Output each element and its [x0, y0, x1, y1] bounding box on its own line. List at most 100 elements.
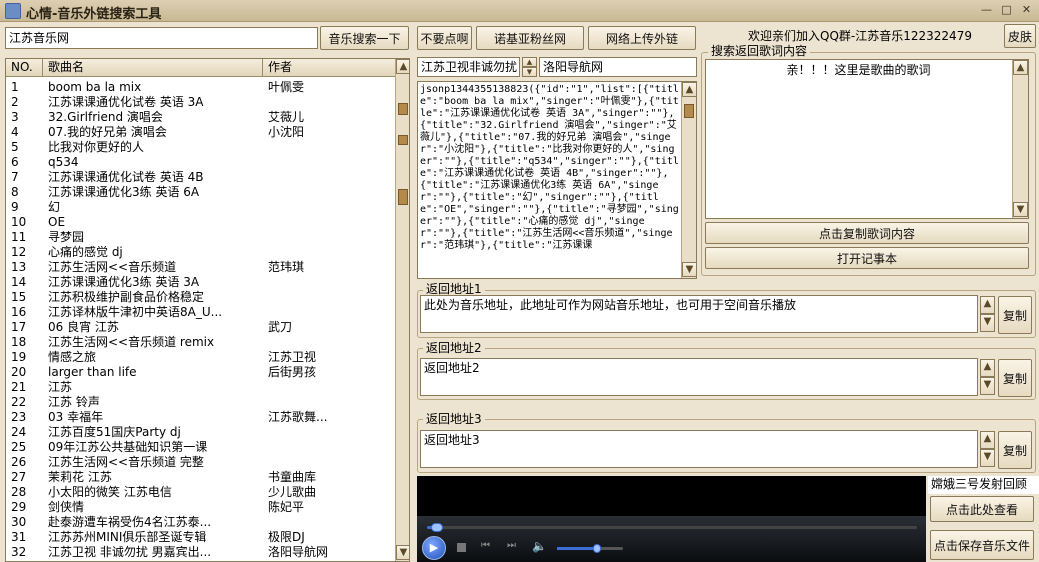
scroll-down-icon[interactable]: ▼ [1013, 202, 1028, 217]
table-row[interactable]: 2 江苏课课通优化试卷 英语 3A [6, 95, 396, 110]
search-input[interactable]: 江苏音乐网 [5, 27, 318, 49]
table-row[interactable]: 28 小太阳的微笑 江苏电信 少儿歌曲 [6, 485, 396, 500]
scroll-up-icon[interactable]: ▲ [682, 82, 696, 97]
spin-down-icon[interactable]: ▼ [980, 314, 995, 332]
spin-up-icon[interactable]: ▲ [980, 296, 995, 314]
selected-singer-field[interactable]: 洛阳导航网 [539, 57, 697, 77]
scroll-thumb[interactable] [684, 104, 694, 118]
address3-field[interactable]: 返回地址3 [420, 430, 978, 468]
upload-link-button[interactable]: 网络上传外链 [588, 26, 696, 50]
scroll-thumb[interactable] [398, 189, 408, 205]
table-row[interactable]: 32 江苏卫视 非诚勿扰 男嘉宾出... 洛阳导航网 [6, 545, 396, 560]
open-notepad-button[interactable]: 打开记事本 [705, 247, 1029, 269]
seek-track[interactable] [427, 523, 917, 532]
table-row[interactable]: 29 剑侠情 陈妃平 [6, 500, 396, 515]
scroll-thumb[interactable] [398, 135, 408, 145]
header-title[interactable]: 歌曲名 [43, 59, 263, 77]
scroll-up-icon[interactable]: ▲ [396, 59, 409, 74]
table-row[interactable]: 4 07.我的好兄弟 演唱会 小沈阳 [6, 125, 396, 140]
row-title: 江苏译林版牛津初中英语8A_U... [48, 305, 223, 319]
header-no[interactable]: NO. [6, 59, 43, 77]
address2-field[interactable]: 返回地址2 [420, 358, 978, 396]
table-row[interactable]: 26 江苏生活网<<音乐频道 完整 [6, 455, 396, 470]
row-title: 比我对你更好的人 [48, 140, 145, 154]
table-row[interactable]: 8 江苏课课通优化3练 英语 6A [6, 185, 396, 200]
row-title: 江苏积极维护副食品价格稳定 [48, 290, 205, 304]
table-row[interactable]: 13 江苏生活网<<音乐频道 范玮琪 [6, 260, 396, 275]
table-row[interactable]: 5 比我对你更好的人 [6, 140, 396, 155]
volume-icon[interactable]: 🔈 [532, 539, 547, 553]
table-row[interactable]: 3 32.Girlfriend 演唱会 艾薇儿 [6, 110, 396, 125]
volume-knob[interactable] [592, 544, 601, 553]
address1-field[interactable]: 此处为音乐地址，此地址可作为网站音乐地址，也可用于空间音乐播放 [420, 295, 978, 333]
minimize-button[interactable]: — [978, 3, 995, 19]
table-header: NO. 歌曲名 作者 [6, 59, 396, 77]
song-table[interactable]: NO. 歌曲名 作者 1 boom ba la mix 叶佩雯 2 江苏课课通优化试卷 … [5, 58, 410, 562]
table-row[interactable]: 25 09年江苏公共基础知识第一课 [6, 440, 396, 455]
table-row[interactable]: 31 江苏苏州MINI俱乐部圣诞专辑 极限DJ [6, 530, 396, 545]
json-scrollbar[interactable]: ▲ ▼ [681, 82, 696, 278]
scroll-down-icon[interactable]: ▼ [682, 262, 696, 277]
table-row[interactable]: 11 寻梦园 [6, 230, 396, 245]
spin-up-icon[interactable]: ▲ [980, 359, 995, 377]
lyrics-textarea[interactable]: 亲！！！这里是歌曲的歌词 ▲ ▼ [705, 59, 1029, 219]
table-row[interactable]: 22 江苏 铃声 [6, 395, 396, 410]
maximize-button[interactable]: □ [998, 3, 1015, 19]
volume-track[interactable] [557, 544, 623, 553]
close-button[interactable]: ✕ [1018, 3, 1035, 19]
spin-up-icon[interactable]: ▲ [522, 57, 537, 67]
copy-address3-button[interactable]: 复制 [998, 431, 1032, 469]
table-row[interactable]: 14 江苏课课通优化3练 英语 3A [6, 275, 396, 290]
scroll-thumb[interactable] [398, 103, 408, 115]
next-icon[interactable]: ⏭ [507, 540, 516, 551]
scroll-up-icon[interactable]: ▲ [1013, 60, 1028, 75]
spin-up-icon[interactable]: ▲ [980, 431, 995, 449]
table-row[interactable]: 6 q534 [6, 155, 396, 170]
scroll-down-icon[interactable]: ▼ [396, 545, 409, 560]
table-row[interactable]: 17 06 良宵 江苏 武刀 [6, 320, 396, 335]
json-textarea[interactable]: jsonp1344355138823({"id":"1","list":[{"t… [417, 81, 697, 279]
view-here-button[interactable]: 点击此处查看 [930, 496, 1034, 522]
row-singer: 书童曲库 [268, 470, 317, 484]
table-row[interactable]: 21 江苏 [6, 380, 396, 395]
song-table-scrollbar[interactable]: ▲ ▼ [395, 59, 409, 561]
stop-icon[interactable] [457, 543, 466, 552]
save-music-button[interactable]: 点击保存音乐文件 [930, 530, 1034, 560]
no-click-button[interactable]: 不要点啊 [417, 26, 472, 50]
copy-lyrics-button[interactable]: 点击复制歌词内容 [705, 222, 1029, 244]
spin-down-icon[interactable]: ▼ [980, 377, 995, 395]
table-row[interactable]: 9幻 [6, 200, 396, 215]
table-row[interactable]: 23 03 幸福年 江苏歌舞... [6, 410, 396, 425]
table-row[interactable]: 1 boom ba la mix 叶佩雯 [6, 80, 396, 95]
table-row[interactable]: 12 心痛的感觉 dj [6, 245, 396, 260]
table-row[interactable]: 30 赴泰游遭车祸受伤4名江苏泰... [6, 515, 396, 530]
copy-address1-button[interactable]: 复制 [998, 296, 1032, 334]
address3-spinner[interactable]: ▲ ▼ [980, 431, 997, 467]
spin-down-icon[interactable]: ▼ [522, 67, 537, 77]
header-singer[interactable]: 作者 [263, 59, 396, 77]
lyrics-scrollbar[interactable]: ▲ ▼ [1012, 60, 1028, 218]
address2-spinner[interactable]: ▲ ▼ [980, 359, 997, 395]
table-row[interactable]: 16 江苏译林版牛津初中英语8A_U... [6, 305, 396, 320]
table-row[interactable]: 24 江苏百度51国庆Party dj [6, 425, 396, 440]
table-row[interactable]: 7 江苏课课通优化试卷 英语 4B [6, 170, 396, 185]
selected-title-field[interactable]: 江苏卫视非诚勿扰 [417, 57, 520, 77]
table-row[interactable]: 15 江苏积极维护副食品价格稳定 [6, 290, 396, 305]
spin-down-icon[interactable]: ▼ [980, 449, 995, 467]
table-row[interactable]: 27 茉莉花 江苏 书童曲库 [6, 470, 396, 485]
selected-spinner[interactable]: ▲ ▼ [521, 57, 538, 77]
table-row[interactable]: 10 OE [6, 215, 396, 230]
table-row[interactable]: 18 江苏生活网<<音乐频道 remix [6, 335, 396, 350]
copy-address2-button[interactable]: 复制 [998, 359, 1032, 397]
media-player[interactable]: ▶ ⏮ ⏭ 🔈 [417, 476, 926, 562]
previous-icon[interactable]: ⏮ [481, 540, 490, 551]
play-icon[interactable]: ▶ [422, 536, 446, 560]
seek-knob[interactable] [430, 523, 443, 532]
fans-site-button[interactable]: 诺基亚粉丝网 [476, 26, 584, 50]
address1-spinner[interactable]: ▲ ▼ [980, 296, 997, 332]
search-button[interactable]: 音乐搜索一下 [320, 26, 409, 50]
table-row[interactable]: 19 情感之旅 江苏卫视 [6, 350, 396, 365]
skin-button[interactable]: 皮肤 [1004, 24, 1036, 48]
status-field: 嫦娥三号发射回顾 [928, 476, 1039, 494]
table-row[interactable]: 20 larger than life 后街男孩 [6, 365, 396, 380]
